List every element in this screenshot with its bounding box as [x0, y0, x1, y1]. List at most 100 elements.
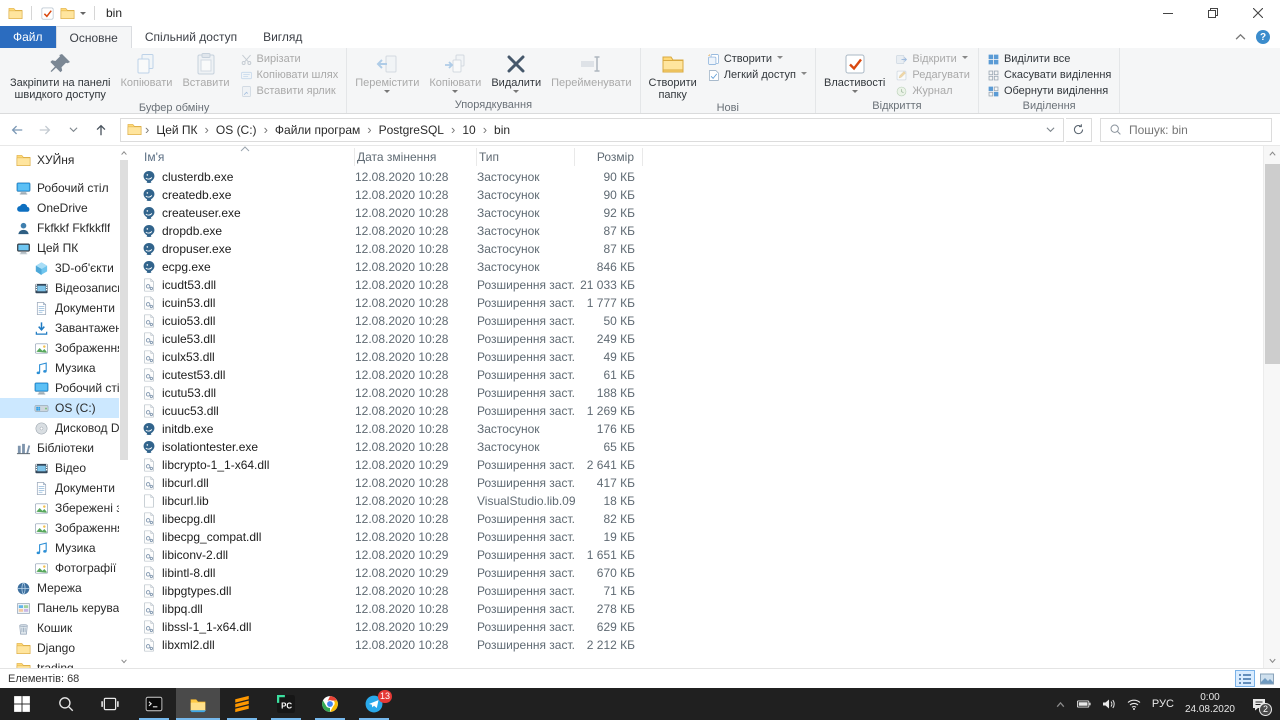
task-view-taskbar-button[interactable]	[88, 688, 132, 720]
search-input[interactable]: Пошук: bin	[1100, 117, 1272, 142]
sidebar-item[interactable]: Зображення	[0, 518, 119, 538]
sidebar-scrollbar[interactable]	[119, 148, 129, 666]
sidebar-item[interactable]: Зображення	[0, 338, 119, 358]
battery-icon[interactable]	[1076, 698, 1091, 710]
refresh-button[interactable]	[1066, 117, 1092, 142]
sidebar-item[interactable]: Музика	[0, 538, 119, 558]
address-dropdown-button[interactable]	[1041, 125, 1059, 134]
breadcrumb-segment[interactable]: 10	[456, 123, 481, 137]
ribbon-button[interactable]: Легкий доступ	[702, 67, 812, 83]
ribbon-button[interactable]: Виділити все	[982, 51, 1116, 67]
ribbon-button[interactable]: Редагувати	[890, 67, 975, 83]
file-row[interactable]: dropuser.exe 12.08.2020 10:28 Застосунок 87…	[142, 240, 1280, 258]
file-row[interactable]: libecpg.dll 12.08.2020 10:28 Розширення за…	[142, 510, 1280, 528]
scroll-up-button[interactable]	[1264, 146, 1280, 161]
ribbon-button[interactable]: Перемістити	[350, 50, 424, 96]
scroll-down-button[interactable]	[1264, 653, 1280, 668]
language-indicator[interactable]: РУС	[1152, 698, 1174, 710]
file-row[interactable]: libpq.dll 12.08.2020 10:28 Розширення заст…	[142, 600, 1280, 618]
file-row[interactable]: libxml2.dll 12.08.2020 10:28 Розширення за…	[142, 636, 1280, 654]
restore-button[interactable]	[1190, 0, 1235, 26]
breadcrumb-segment[interactable]: OS (C:)	[210, 123, 263, 137]
ribbon-button[interactable]: Відкрити	[890, 51, 975, 67]
column-header-type[interactable]: Тип	[477, 148, 575, 166]
sidebar-item[interactable]: Музика	[0, 358, 119, 378]
sidebar-item[interactable]: Документи	[0, 298, 119, 318]
file-row[interactable]: libcurl.dll 12.08.2020 10:28 Розширення за…	[142, 474, 1280, 492]
qat-properties-icon[interactable]	[40, 6, 55, 21]
scroll-down-button[interactable]	[119, 656, 129, 666]
file-row[interactable]: icudt53.dll 12.08.2020 10:28 Розширення за…	[142, 276, 1280, 294]
sidebar-item[interactable]: Фотографії з к	[0, 558, 119, 578]
sidebar-item[interactable]: Завантаження	[0, 318, 119, 338]
sidebar-item[interactable]: Документи	[0, 478, 119, 498]
breadcrumb-segment[interactable]: Цей ПК	[150, 123, 203, 137]
sidebar-item[interactable]: Панель керуван	[0, 598, 119, 618]
file-row[interactable]: isolationtester.exe 12.08.2020 10:28 Засто…	[142, 438, 1280, 456]
chrome-taskbar-button[interactable]	[308, 688, 352, 720]
file-row[interactable]: icuin53.dll 12.08.2020 10:28 Розширення за…	[142, 294, 1280, 312]
sidebar-item[interactable]: Робочий стіл	[0, 178, 119, 198]
ribbon-button[interactable]: Копіювати	[424, 50, 486, 96]
file-row[interactable]: libiconv-2.dll 12.08.2020 10:29 Розширення…	[142, 546, 1280, 564]
help-icon[interactable]: ?	[1256, 30, 1270, 44]
scrollbar-thumb[interactable]	[120, 160, 128, 460]
sidebar-item[interactable]: Збережені зоб	[0, 498, 119, 518]
file-row[interactable]: clusterdb.exe 12.08.2020 10:28 Застосунок 9…	[142, 168, 1280, 186]
qat-customize-caret-icon[interactable]	[80, 11, 86, 18]
file-row[interactable]: ecpg.exe 12.08.2020 10:28 Застосунок 846 КБ	[142, 258, 1280, 276]
file-row[interactable]: iculx53.dll 12.08.2020 10:28 Розширення за…	[142, 348, 1280, 366]
file-row[interactable]: libintl-8.dll 12.08.2020 10:29 Розширення …	[142, 564, 1280, 582]
ribbon-tab[interactable]: Основне	[55, 26, 132, 48]
column-header-date[interactable]: Дата змінення	[355, 148, 477, 166]
ribbon-tab[interactable]: Файл	[0, 26, 56, 48]
sidebar-item[interactable]: ХУЙня	[0, 150, 119, 170]
sidebar-item[interactable]: Кошик	[0, 618, 119, 638]
ribbon-tab[interactable]: Спільний доступ	[132, 26, 250, 48]
ribbon-button[interactable]: Вставити ярлик	[235, 83, 344, 99]
sidebar-item[interactable]: Відео	[0, 458, 119, 478]
start-taskbar-button[interactable]	[0, 688, 44, 720]
collapse-ribbon-icon[interactable]	[1235, 32, 1246, 43]
file-row[interactable]: dropdb.exe 12.08.2020 10:28 Застосунок 87 К…	[142, 222, 1280, 240]
file-row[interactable]: createdb.exe 12.08.2020 10:28 Застосунок 90…	[142, 186, 1280, 204]
scrollbar-thumb[interactable]	[1265, 164, 1280, 364]
telegram-taskbar-button[interactable]: 13	[352, 688, 396, 720]
file-row[interactable]: icule53.dll 12.08.2020 10:28 Розширення за…	[142, 330, 1280, 348]
sidebar-item[interactable]: Відеозаписи	[0, 278, 119, 298]
ribbon-button[interactable]: Обернути виділення	[982, 83, 1116, 99]
ribbon-button[interactable]: Вирізати	[235, 51, 344, 67]
file-row[interactable]: initdb.exe 12.08.2020 10:28 Застосунок 176 …	[142, 420, 1280, 438]
clock[interactable]: 0:00 24.08.2020	[1185, 692, 1235, 716]
sidebar-item[interactable]: Django	[0, 638, 119, 658]
ribbon-button[interactable]: Створити	[702, 51, 812, 67]
ribbon-button[interactable]: Копіювати шлях	[235, 67, 344, 83]
vertical-scrollbar[interactable]	[1263, 146, 1280, 668]
recent-locations-button[interactable]	[60, 118, 86, 142]
sidebar-item[interactable]: Цей ПК	[0, 238, 119, 258]
file-row[interactable]: libcrypto-1_1-x64.dll 12.08.2020 10:29 Роз…	[142, 456, 1280, 474]
column-header-size[interactable]: Розмір	[575, 148, 643, 166]
ribbon-button[interactable]: Видалити	[486, 50, 546, 96]
breadcrumb[interactable]: › Цей ПК › OS (C:) › Файли програм › PostgreSQL…	[120, 117, 1064, 142]
explorer-taskbar-button[interactable]	[176, 688, 220, 720]
breadcrumb-segment[interactable]: PostgreSQL	[373, 123, 450, 137]
ribbon-button[interactable]: Копіювати	[116, 50, 178, 89]
file-row[interactable]: libssl-1_1-x64.dll 12.08.2020 10:29 Розшир…	[142, 618, 1280, 636]
file-row[interactable]: libpgtypes.dll 12.08.2020 10:28 Розширення…	[142, 582, 1280, 600]
sidebar-item[interactable]: 3D-об'єкти	[0, 258, 119, 278]
file-row[interactable]: icuio53.dll 12.08.2020 10:28 Розширення за…	[142, 312, 1280, 330]
details-view-button[interactable]	[1235, 670, 1255, 687]
scroll-up-button[interactable]	[119, 148, 129, 158]
wifi-icon[interactable]	[1127, 698, 1141, 710]
file-row[interactable]: libecpg_compat.dll 12.08.2020 10:28 Розшир…	[142, 528, 1280, 546]
ribbon-button[interactable]: Властивості	[819, 50, 890, 96]
ribbon-tab[interactable]: Вигляд	[250, 26, 315, 48]
breadcrumb-segment[interactable]: Файли програм	[269, 123, 366, 137]
sidebar-item[interactable]: OneDrive	[0, 198, 119, 218]
forward-button[interactable]	[32, 118, 58, 142]
tb-search-taskbar-button[interactable]	[44, 688, 88, 720]
tray-expand-icon[interactable]	[1055, 699, 1066, 710]
sidebar-item[interactable]: Fkfkkf Fkfkkflf	[0, 218, 119, 238]
file-row[interactable]: icutest53.dll 12.08.2020 10:28 Розширення …	[142, 366, 1280, 384]
